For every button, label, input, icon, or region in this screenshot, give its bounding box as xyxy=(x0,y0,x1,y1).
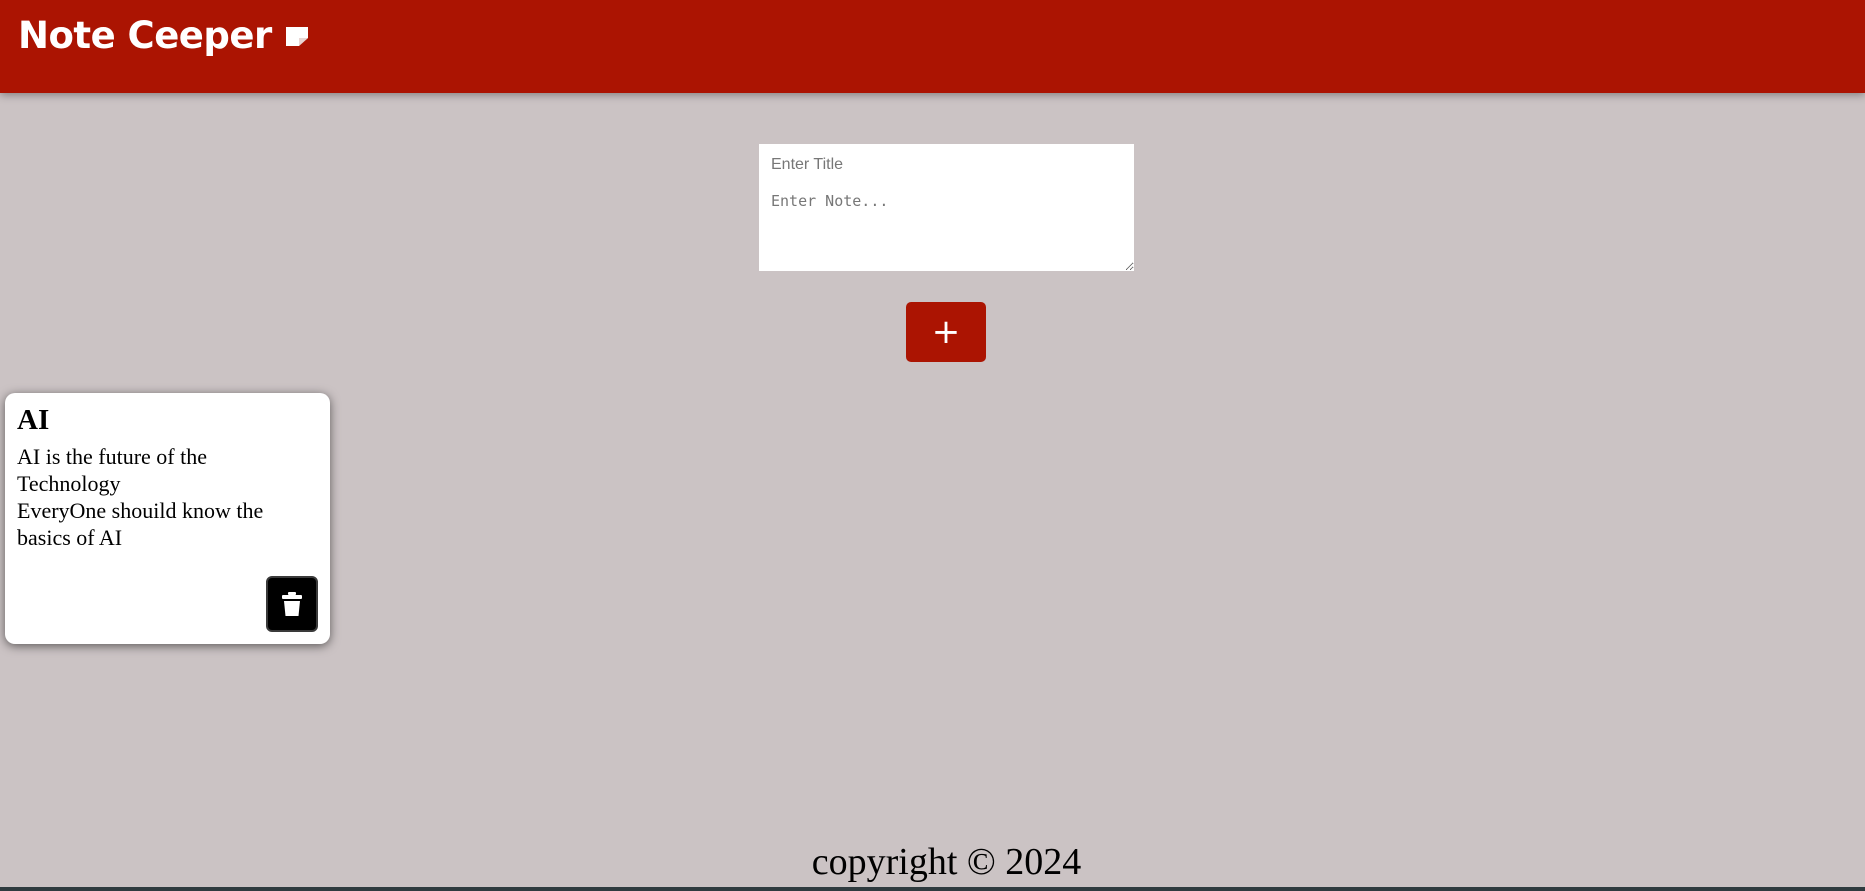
create-note-form xyxy=(759,144,1134,271)
note-card: AI AI is the future of the Technology Ev… xyxy=(5,393,330,644)
sticky-note-icon xyxy=(284,25,310,47)
note-title-input[interactable] xyxy=(759,144,1134,186)
app-title: Note Ceeper xyxy=(18,14,272,57)
add-note-button[interactable]: + xyxy=(906,302,986,362)
footer-copyright: copyright © 2024 xyxy=(811,841,1082,883)
note-card-content: AI is the future of the Technology Every… xyxy=(17,444,264,550)
note-content-textarea[interactable] xyxy=(759,186,1134,271)
trash-icon xyxy=(282,592,302,616)
note-card-title: AI xyxy=(17,404,50,436)
bottom-divider xyxy=(0,887,1865,891)
delete-note-button[interactable] xyxy=(266,576,318,632)
app-header: Note Ceeper xyxy=(0,0,1865,93)
brand: Note Ceeper xyxy=(18,14,310,57)
